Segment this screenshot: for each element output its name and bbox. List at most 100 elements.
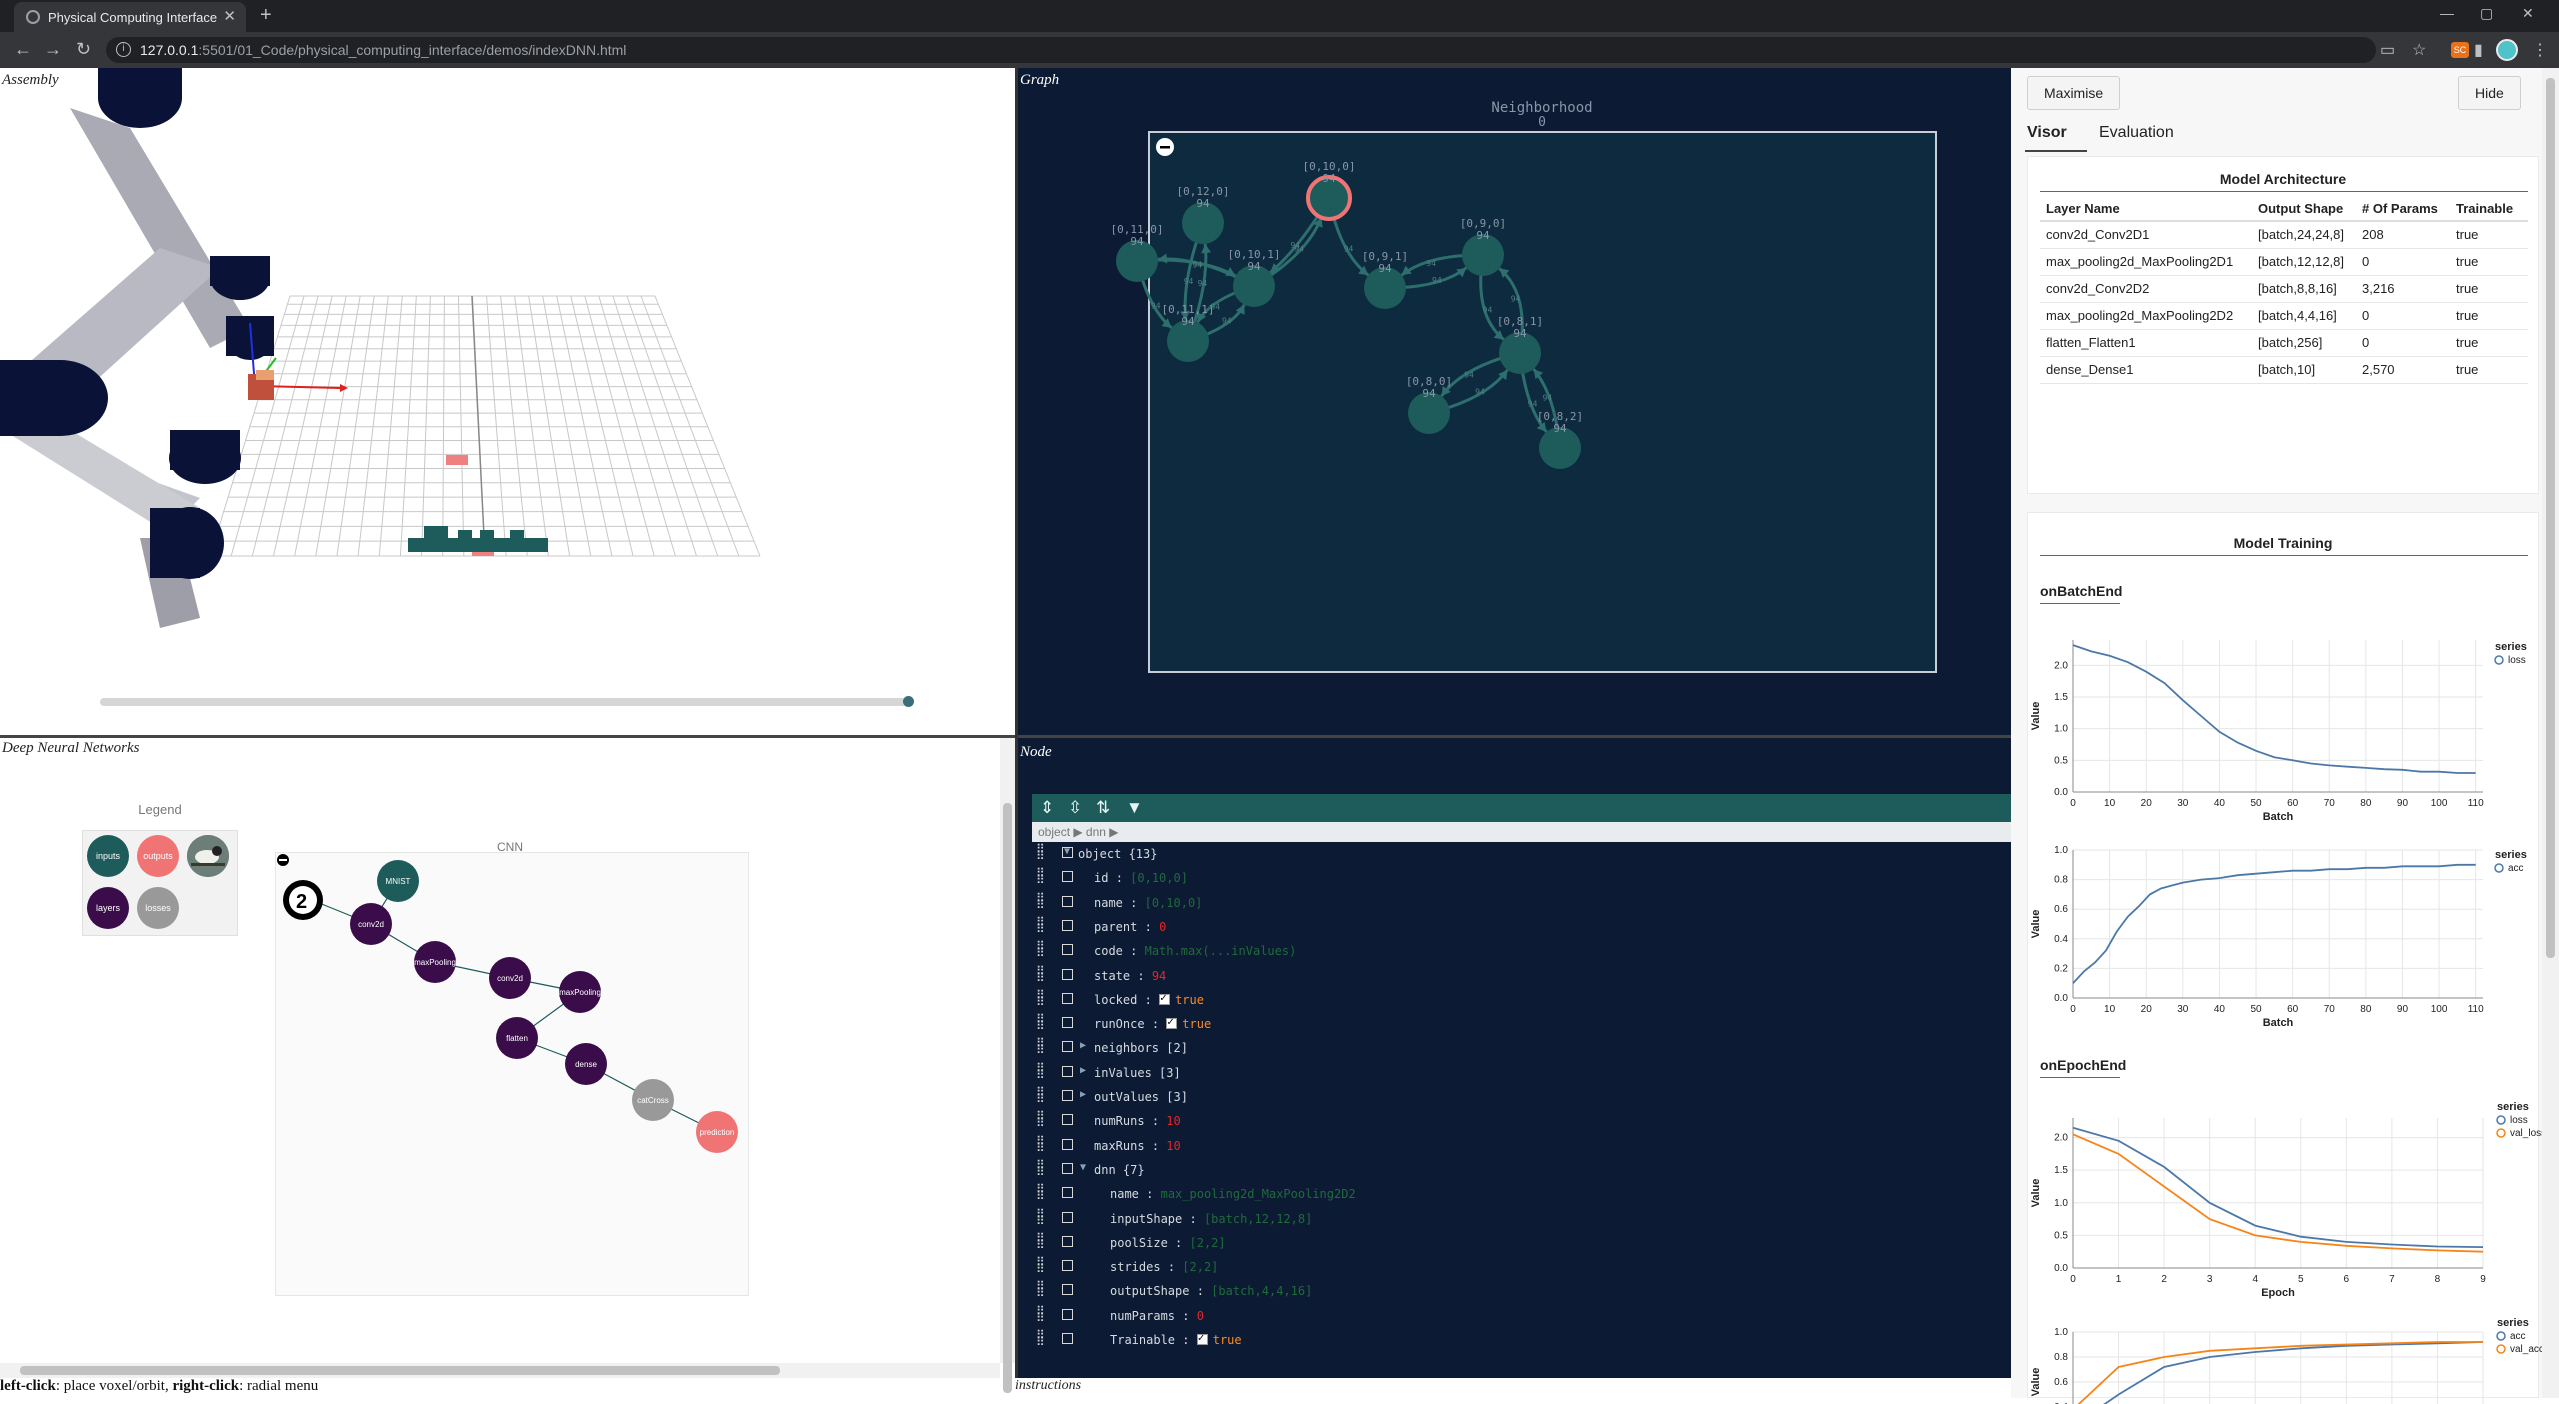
cnn-node-dense[interactable]: dense [565,1043,607,1085]
drag-handle-icon[interactable]: ⠿ ⠿ [1036,892,1045,911]
drag-handle-icon[interactable]: ⠿ ⠿ [1036,843,1045,862]
json-row-dnn-inputshape[interactable]: ⠿ ⠿ inputShape : [batch,12,12,8] [1032,1207,2011,1231]
collapse-caret-icon[interactable]: ▶ [1080,1040,1086,1051]
json-value[interactable]: true [1182,1017,1211,1031]
drag-handle-icon[interactable]: ⠿ ⠿ [1036,965,1045,984]
row-select-checkbox[interactable] [1062,1041,1073,1053]
info-icon[interactable]: i [116,42,131,57]
browser-menu-icon[interactable]: ⋮ [2532,40,2548,60]
json-key[interactable]: object {13} [1078,847,1157,861]
row-select-checkbox[interactable] [1062,871,1073,883]
json-key[interactable]: locked : true [1094,991,1204,1007]
json-key[interactable]: maxRuns : 10 [1094,1139,1181,1153]
cnn-node-mnist[interactable]: MNIST [377,860,419,902]
batch-loss-chart[interactable]: 0.0 0.5 1.0 1.5 2.0 0 10 20 30 40 50 60 70 80 90 100 110… [2013,620,2553,830]
close-tab-icon[interactable]: ✕ [223,7,236,25]
graph-node[interactable]: [0,8,0]94 [1406,375,1452,434]
collapse-caret-icon[interactable]: ▶ [1080,1089,1086,1100]
epoch-acc-chart[interactable]: 0.20.40.60.81.00123456789Valueseriesaccv… [2013,1304,2553,1404]
drag-handle-icon[interactable]: ⠿ ⠿ [1036,1232,1045,1251]
row-select-checkbox[interactable] [1062,1308,1073,1320]
row-select-checkbox[interactable] [1062,1162,1073,1174]
new-tab-icon[interactable]: + [260,4,272,27]
close-window-icon[interactable]: ✕ [2522,5,2534,22]
json-key[interactable]: inputShape : [batch,12,12,8] [1110,1212,1312,1226]
row-select-checkbox[interactable] [1062,1235,1073,1247]
json-row-root[interactable]: ⠿ ⠿ ▼ object {13} [1032,842,2011,866]
json-key[interactable]: name : [0,10,0] [1094,896,1202,910]
json-tree[interactable]: ⠿ ⠿ ▼ object {13} ⠿ ⠿ id : [0,10,0] ⠿ ⠿ name : [0… [1032,842,2011,1358]
json-value[interactable]: true [1213,1333,1242,1347]
browser-tab[interactable]: Physical Computing Interface ✕ [14,2,246,32]
json-row-dnn-strides[interactable]: ⠿ ⠿ strides : [2,2] [1032,1255,2011,1279]
json-breadcrumb[interactable]: object ▶ dnn ▶ [1032,822,2011,842]
json-key[interactable]: name : max_pooling2d_MaxPooling2D2 [1110,1187,1356,1201]
maximize-window-icon[interactable]: ▢ [2480,5,2493,22]
json-value[interactable]: 0 [1159,920,1166,934]
selected-voxel[interactable] [446,455,468,465]
graph-node[interactable]: [0,10,0]94 [1303,160,1356,221]
json-value[interactable]: [batch,4,4,16] [1211,1284,1312,1298]
json-key[interactable]: id : [0,10,0] [1094,871,1188,885]
json-key[interactable]: Trainable : true [1110,1331,1242,1347]
json-row-dnn-trainable[interactable]: ⠿⠿ Trainable : true [1032,1328,2011,1352]
bookmark-star-icon[interactable]: ☆ [2412,40,2426,60]
json-row-runonce[interactable]: ⠿⠿ runOnce : true [1032,1012,2011,1036]
drag-handle-icon[interactable]: ⠿ ⠿ [1036,1037,1045,1056]
json-value[interactable]: true [1175,993,1204,1007]
json-key[interactable]: parent : 0 [1094,920,1166,934]
drag-handle-icon[interactable]: ⠿ ⠿ [1036,1305,1045,1324]
checkbox-icon[interactable] [1166,1015,1178,1030]
row-select-checkbox[interactable] [1062,1284,1073,1296]
drag-handle-icon[interactable]: ⠿ ⠿ [1036,1159,1045,1178]
back-arrow-icon[interactable]: ← [14,39,32,60]
json-row-dnn-poolsize[interactable]: ⠿ ⠿ poolSize : [2,2] [1032,1231,2011,1255]
cnn-node-flatten[interactable]: flatten [496,1017,538,1059]
row-select-checkbox[interactable] [1062,1333,1073,1344]
json-key[interactable]: strides : [2,2] [1110,1260,1218,1274]
json-row-locked[interactable]: ⠿⠿ locked : true [1032,988,2011,1012]
tab-evaluation[interactable]: Evaluation [2099,124,2174,142]
checkbox-icon[interactable] [1159,991,1171,1005]
reader-mode-icon[interactable]: ▭ [2380,40,2395,60]
maximise-button[interactable]: Maximise [2027,76,2121,110]
json-key[interactable]: dnn {7} [1094,1163,1145,1177]
timeline-slider-thumb[interactable] [903,696,914,707]
drag-handle-icon[interactable]: ⠿ ⠿ [1036,1086,1045,1105]
json-key[interactable]: inValues [3] [1094,1066,1181,1080]
graph-panel[interactable]: Graph Neighborhood 0 [0,10,0] 94 [0,12,0] 9… [1018,68,2011,735]
drag-handle-icon[interactable]: ⠿ ⠿ [1036,1013,1045,1032]
minimize-window-icon[interactable]: — [2440,5,2454,21]
row-select-checkbox[interactable] [1062,968,1073,980]
row-select-checkbox[interactable] [1062,992,1073,1004]
json-row-dnn-name[interactable]: ⠿ ⠿ name : max_pooling2d_MaxPooling2D2 [1032,1182,2011,1206]
drag-handle-icon[interactable]: ⠿ ⠿ [1036,867,1045,886]
json-key[interactable]: state : 94 [1094,969,1166,983]
json-key[interactable]: code : Math.max(...inValues) [1094,944,1296,958]
cnn-node-conv2d[interactable]: conv2d [489,957,531,999]
collapse-caret-icon[interactable]: ▶ [1080,1065,1086,1076]
cnn-node-maxpooling[interactable]: maxPooling [559,971,601,1013]
extension-badge-icon[interactable]: SC [2451,42,2469,58]
cnn-node-prediction[interactable]: prediction [696,1111,738,1153]
graph-node[interactable]: [0,8,1]94 [1497,315,1543,374]
drag-handle-icon[interactable]: ⠿ ⠿ [1036,916,1045,935]
drag-handle-icon[interactable]: ⠿ ⠿ [1036,1208,1045,1227]
graph-node[interactable]: [0,9,1]94 [1362,250,1408,309]
row-select-checkbox[interactable] [1062,1017,1073,1029]
json-value[interactable]: [0,10,0] [1130,871,1188,885]
timeline-slider-track[interactable] [100,698,910,706]
drag-handle-icon[interactable]: ⠿ ⠿ [1036,1135,1045,1154]
json-key[interactable]: neighbors [2] [1094,1041,1188,1055]
json-row-code[interactable]: ⠿ ⠿ code : Math.max(...inValues) [1032,939,2011,963]
json-row-neighbors[interactable]: ⠿ ⠿ ▶ neighbors [2] [1032,1036,2011,1060]
json-row-outvalues[interactable]: ⠿ ⠿ ▶ outValues [3] [1032,1085,2011,1109]
json-row-invalues[interactable]: ⠿ ⠿ ▶ inValues [3] [1032,1061,2011,1085]
json-row-dnn[interactable]: ⠿ ⠿ ▼ dnn {7} [1032,1158,2011,1182]
expand-caret-icon[interactable]: ▼ [1064,846,1070,857]
drag-handle-icon[interactable]: ⠿ ⠿ [1036,1329,1045,1348]
json-value[interactable]: 0 [1197,1309,1204,1323]
json-row-dnn-outputshape[interactable]: ⠿ ⠿ outputShape : [batch,4,4,16] [1032,1279,2011,1303]
drag-handle-icon[interactable]: ⠿ ⠿ [1036,1183,1045,1202]
row-select-checkbox[interactable] [1062,1211,1073,1223]
